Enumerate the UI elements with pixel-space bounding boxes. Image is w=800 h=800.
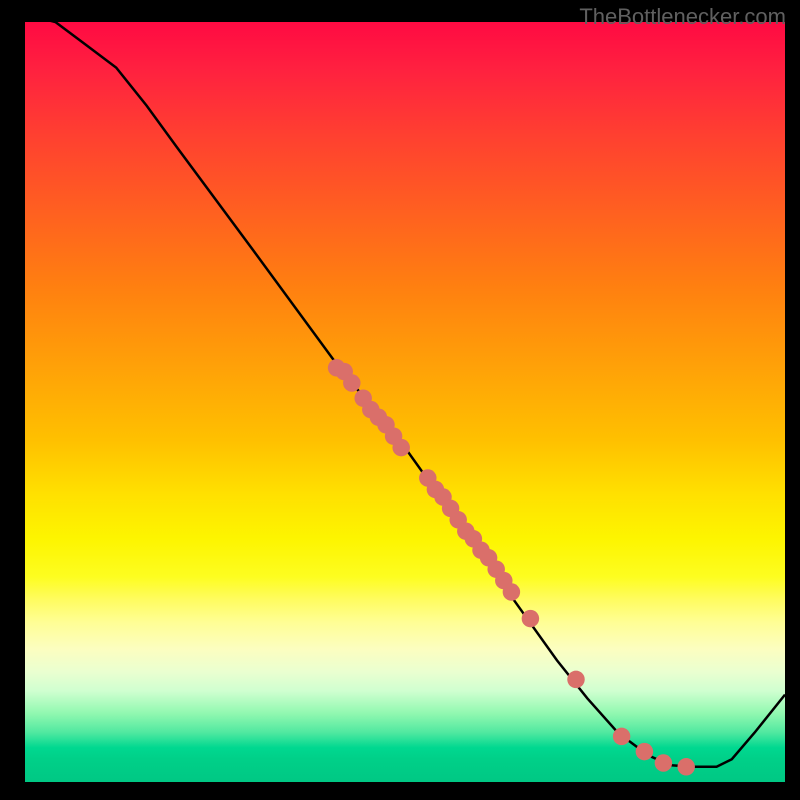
data-point: [343, 374, 360, 391]
data-point: [677, 758, 694, 775]
data-point: [503, 583, 520, 600]
data-point: [567, 671, 584, 688]
data-point: [613, 728, 630, 745]
curve-line: [25, 22, 785, 767]
data-point: [392, 439, 409, 456]
chart-container: TheBottlenecker.com: [0, 0, 800, 800]
chart-svg: [25, 22, 785, 782]
data-point: [655, 754, 672, 771]
data-point: [522, 610, 539, 627]
plot-area: [25, 22, 785, 782]
watermark-text: TheBottlenecker.com: [579, 4, 786, 30]
data-point: [636, 743, 653, 760]
scatter-dots: [328, 359, 695, 775]
